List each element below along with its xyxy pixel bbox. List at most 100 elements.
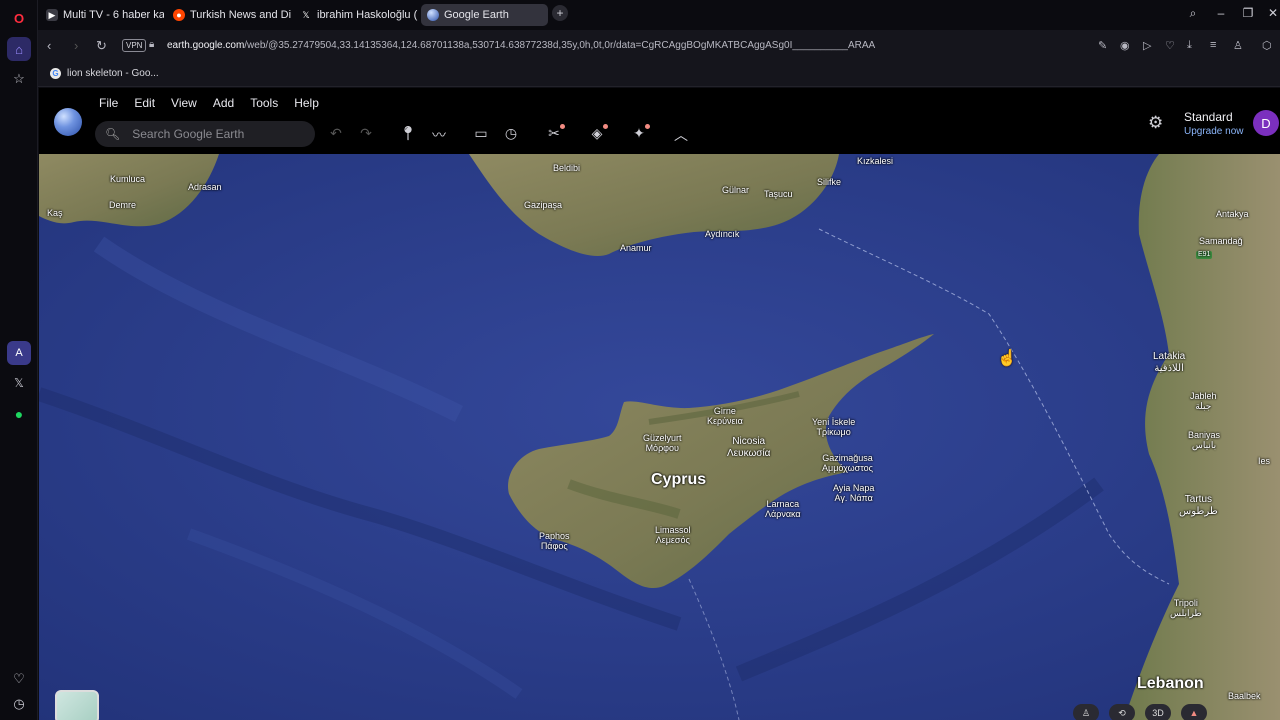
label-larnaca: Larnaca Λάρνακα xyxy=(765,499,801,520)
x-icon: 𝕏 xyxy=(302,9,310,20)
menu-view[interactable]: View xyxy=(163,96,205,110)
settings-gear-icon[interactable]: ⚙ xyxy=(1148,113,1163,133)
heart-icon[interactable]: ♡ xyxy=(7,667,31,691)
lock-icon[interactable]: 🔒︎ xyxy=(149,39,154,50)
tab-title: Multi TV - 6 haber kanalın xyxy=(63,9,164,21)
minimize-button[interactable]: – xyxy=(1212,6,1230,20)
vpn-badge[interactable]: VPN xyxy=(122,39,147,52)
label-kumluca: Kumluca xyxy=(110,174,146,184)
label-limassol: Limassol Λεμεσός xyxy=(655,525,691,546)
label-gazimagusa: Gazimağusa Αμμόχωστος xyxy=(822,453,873,474)
label-kas: Kaş xyxy=(47,208,63,218)
search-icon: 🔍︎ xyxy=(105,127,121,141)
plan-info[interactable]: Standard Upgrade now xyxy=(1184,110,1243,137)
label-gulnar: Gülnar xyxy=(722,185,750,195)
send-icon[interactable]: ▷ xyxy=(1143,39,1151,52)
new-tab-button[interactable]: + xyxy=(552,5,568,21)
compass-icon[interactable]: ▲ xyxy=(1181,704,1207,720)
label-silifke: Silifke xyxy=(817,177,842,187)
search-input[interactable] xyxy=(132,127,303,141)
aria-icon[interactable]: A xyxy=(7,341,31,365)
profile-icon[interactable]: ♙ xyxy=(1233,39,1243,52)
url-host: earth.google.com xyxy=(167,40,245,51)
google-earth-header: File Edit View Add Tools Help 🔍︎ ↶ ↷ 📍︎ … xyxy=(39,88,1280,154)
google-earth-icon xyxy=(427,9,439,21)
tab-x-profile[interactable]: 𝕏 ibrahim Haskoloğlu (@ha xyxy=(294,4,418,26)
label-ayia-napa: Ayia Napa Αγ. Νάπα xyxy=(833,483,875,504)
tab-title: Google Earth xyxy=(444,9,509,21)
opera-logo-icon[interactable]: O xyxy=(7,6,31,30)
label-guzelyurt: Güzelyurt Μόρφου xyxy=(643,433,682,454)
map-view[interactable]: Cyprus Lebanon Nicosia Λευκωσία Girne Κερύ… xyxy=(39,154,1280,720)
tab-title: Turkish News and Discuss xyxy=(190,9,291,21)
bookmark-heart-icon[interactable]: ♡ xyxy=(1165,39,1175,52)
3d-toggle-button[interactable]: 3D xyxy=(1145,704,1171,720)
search-box[interactable]: 🔍︎ xyxy=(95,121,315,147)
url-field[interactable]: earth.google.com/web/@35.27479504,33.141… xyxy=(167,40,875,51)
menu-edit[interactable]: Edit xyxy=(126,96,163,110)
menu-file[interactable]: File xyxy=(91,96,126,110)
plan-name: Standard xyxy=(1184,110,1233,124)
star-icon[interactable]: ☆ xyxy=(7,67,31,91)
browser-sidebar: O ⌂ ☆ A 𝕏 ● ♡ ◷ xyxy=(0,0,38,720)
label-demre: Demre xyxy=(109,200,137,210)
x-sidebar-icon[interactable]: 𝕏 xyxy=(7,371,31,395)
back-button[interactable]: ‹ xyxy=(47,38,51,53)
add-placemark-icon[interactable]: 📍︎ xyxy=(398,125,418,142)
download-icon[interactable]: ⤓ xyxy=(1187,39,1192,52)
edit-page-icon[interactable]: ✎ xyxy=(1098,39,1107,52)
menu-tools[interactable]: Tools xyxy=(242,96,286,110)
map-style-thumbnail[interactable] xyxy=(55,690,99,720)
new-feature-dot xyxy=(603,124,608,129)
menu-help[interactable]: Help xyxy=(286,96,327,110)
collapse-toolbar-icon[interactable]: ︿ xyxy=(671,125,691,145)
pegman-icon[interactable]: ♙ xyxy=(1073,704,1099,720)
user-avatar[interactable]: D xyxy=(1253,110,1279,136)
label-paphos: Paphos Πάφος xyxy=(539,531,570,552)
google-earth-logo[interactable] xyxy=(54,108,82,136)
historical-imagery-icon[interactable]: ◷ xyxy=(501,125,521,142)
history-icon[interactable]: ◷ xyxy=(7,692,31,716)
mouse-pointer-icon: ☝ xyxy=(997,350,1017,367)
new-feature-dot xyxy=(645,124,650,129)
label-tripoli: Tripoli طرابلس xyxy=(1170,598,1202,619)
label-nicosia: Nicosia Λευκωσία xyxy=(727,436,771,459)
reddit-icon: ● xyxy=(173,9,185,21)
label-latakia: Latakia اللاذقية xyxy=(1153,351,1186,374)
forward-button[interactable]: › xyxy=(74,38,78,53)
label-yeni-iskele: Yeni İskele Τρίκωμο xyxy=(812,417,856,438)
tab-title: ibrahim Haskoloğlu (@ha xyxy=(317,9,418,21)
label-lebanon: Lebanon xyxy=(1137,675,1204,692)
label-ies: Ies xyxy=(1258,456,1271,466)
undo-icon[interactable]: ↶ xyxy=(326,125,346,142)
bookmark-lion-skeleton[interactable]: G lion skeleton - Goo... xyxy=(50,68,159,79)
draw-path-icon[interactable]: 〰 xyxy=(429,125,449,145)
label-beldibi: Beldibi xyxy=(553,163,581,173)
measure-icon[interactable]: ▭ xyxy=(471,125,491,142)
url-path: /web/@35.27479504,33.14135364,124.687011… xyxy=(244,40,876,51)
label-tartus: Tartus طرطوس xyxy=(1179,494,1218,517)
restore-button[interactable]: ❐ xyxy=(1239,6,1257,20)
search-tabs-icon[interactable]: ⌕ xyxy=(1184,6,1202,21)
redo-icon[interactable]: ↷ xyxy=(356,125,376,142)
close-window-button[interactable]: ✕ xyxy=(1264,6,1280,20)
tab-multi-tv[interactable]: ▶ Multi TV - 6 haber kanalın xyxy=(40,4,164,26)
label-samandag: Samandağ xyxy=(1199,236,1243,246)
label-baalbek: Baalbek xyxy=(1228,691,1261,701)
label-anamur: Anamur xyxy=(620,243,652,253)
tab-google-earth[interactable]: Google Earth xyxy=(421,4,548,26)
reload-button[interactable]: ↻ xyxy=(96,38,107,54)
rotate-icon[interactable]: ⟲ xyxy=(1109,704,1135,720)
menu-bar: File Edit View Add Tools Help xyxy=(91,96,327,110)
home-icon[interactable]: ⌂ xyxy=(7,37,31,61)
multitv-icon: ▶ xyxy=(46,9,58,21)
snapshot-icon[interactable]: ◉ xyxy=(1120,39,1130,52)
spotify-icon[interactable]: ● xyxy=(7,402,31,426)
easy-setup-icon[interactable]: ≡ xyxy=(1210,39,1216,51)
extensions-icon[interactable]: ⬡ xyxy=(1262,39,1272,52)
label-cyprus: Cyprus xyxy=(651,471,707,488)
upgrade-link[interactable]: Upgrade now xyxy=(1184,126,1243,137)
menu-add[interactable]: Add xyxy=(205,96,242,110)
tab-turkish-news[interactable]: ● Turkish News and Discuss xyxy=(167,4,291,26)
address-bar: ‹ › ↻ VPN 🔒︎ earth.google.com/web/@35.27… xyxy=(38,30,1280,63)
